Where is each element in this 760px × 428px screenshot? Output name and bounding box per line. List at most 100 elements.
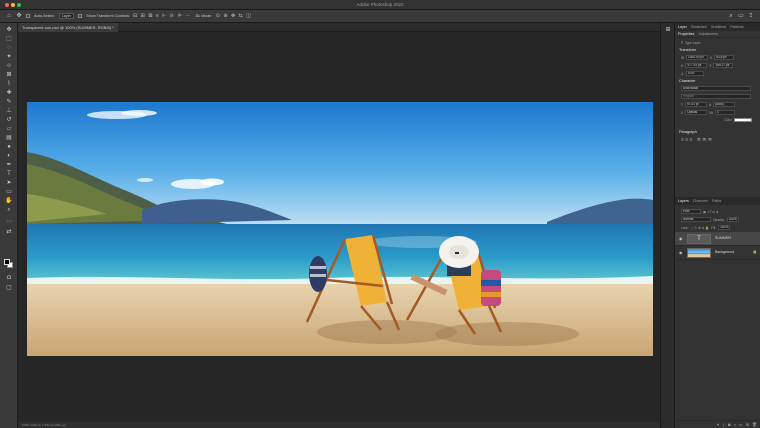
tools-panel: ✥ ⬚ ◌ ✦ ⊹ ⊠ ⌇ ✚ ✎ ⊥ ↺ ▱ ▤ ● ◐ ✒ T ➤ ▭ ✋ … <box>0 23 18 428</box>
opacity-label: Opacity: <box>713 217 725 222</box>
link-layers-icon[interactable]: ⚭ <box>716 422 719 427</box>
brush-tool-icon[interactable]: ✎ <box>5 99 13 106</box>
foreground-color-swatch[interactable] <box>4 259 10 265</box>
auto-select-checkbox[interactable] <box>26 14 30 18</box>
document-tab-label: Transparent-sun.psd @ 100% (SUMMER, RGB/… <box>22 25 114 30</box>
tab-layer[interactable]: Layer <box>678 25 687 29</box>
hand-tool-icon[interactable]: ✋ <box>5 198 13 205</box>
paragraph-section-title[interactable]: Paragraph <box>675 130 760 134</box>
dodge-tool-icon[interactable]: ◐ <box>5 153 13 160</box>
y-field[interactable]: 185.27 px <box>713 63 734 68</box>
blur-tool-icon[interactable]: ● <box>5 144 13 151</box>
auto-select-dropdown[interactable]: Layer <box>58 13 75 19</box>
quick-mask-icon[interactable]: ◘ <box>5 275 13 282</box>
history-panel-icon[interactable]: ⊞ <box>664 27 672 34</box>
lasso-tool-icon[interactable]: ◌ <box>5 45 13 52</box>
x-field[interactable]: 53.8 px <box>714 55 735 60</box>
healing-tool-icon[interactable]: ✚ <box>5 90 13 97</box>
tracking-icon: VA <box>709 110 714 115</box>
home-icon[interactable]: ⌂ <box>6 13 12 19</box>
tab-adjustments[interactable]: Adjustments <box>698 32 718 36</box>
width-field[interactable]: 1920.00 px <box>686 55 709 60</box>
font-family-dropdown[interactable]: Arial Black <box>681 86 751 91</box>
window-title: Adobe Photoshop 2020 <box>356 2 404 7</box>
show-transform-label: Show Transform Controls <box>86 14 130 18</box>
properties-tab-bar: Layer Swatches Gradients Patterns <box>675 23 760 31</box>
new-layer-icon[interactable]: ⊞ <box>746 422 749 427</box>
tab-properties[interactable]: Properties <box>678 32 694 36</box>
blend-mode-dropdown[interactable]: Normal <box>681 217 711 222</box>
adjustment-layer-icon[interactable]: ◑ <box>733 422 735 427</box>
y-label: Y <box>709 63 712 68</box>
kerning-field[interactable]: Optical <box>685 110 708 115</box>
transform-section-title[interactable]: Transform <box>675 48 760 52</box>
type-layer-row: T Type Layer <box>675 41 760 45</box>
document-canvas[interactable] <box>27 102 653 356</box>
type-layer-label: Type Layer <box>684 41 701 45</box>
swap-colors-icon[interactable]: ⇄ <box>5 229 13 236</box>
more-tools-icon[interactable]: ⋯ <box>5 219 13 226</box>
tab-swatches[interactable]: Swatches <box>691 25 707 29</box>
layer-row-background[interactable]: ◉ Background 🔒 <box>675 246 760 260</box>
text-color-swatch[interactable] <box>734 118 752 122</box>
leading-field[interactable]: (Auto) <box>713 102 736 107</box>
pen-tool-icon[interactable]: ✒ <box>5 162 13 169</box>
document-tab[interactable]: Transparent-sun.psd @ 100% (SUMMER, RGB/… <box>18 23 118 32</box>
history-brush-tool-icon[interactable]: ↺ <box>5 117 13 124</box>
layers-tab-bar: Layers Channels Paths <box>675 197 760 205</box>
visibility-eye-icon[interactable]: ◉ <box>679 236 683 241</box>
opacity-field[interactable]: 100% <box>726 217 739 222</box>
3d-mode-buttons[interactable]: ⊙ ⊕ ✥ ⇆ ◫ <box>216 13 252 19</box>
tab-channels[interactable]: Channels <box>693 199 708 203</box>
tab-patterns[interactable]: Patterns <box>730 25 743 29</box>
tab-paths[interactable]: Paths <box>712 199 721 203</box>
tracking-field[interactable]: 0 <box>715 110 736 115</box>
type-layer-icon: T <box>681 41 683 45</box>
x-label: X <box>710 55 713 60</box>
search-icon[interactable]: ⌕ <box>728 13 734 19</box>
eyedropper-tool-icon[interactable]: ⌇ <box>5 81 13 88</box>
move-icon[interactable]: ✥ <box>16 13 22 19</box>
path-selection-tool-icon[interactable]: ➤ <box>5 180 13 187</box>
marquee-tool-icon[interactable]: ⬚ <box>5 36 13 43</box>
lock-label: Lock: <box>681 225 689 230</box>
stamp-tool-icon[interactable]: ⊥ <box>5 108 13 115</box>
show-transform-checkbox[interactable] <box>78 14 83 18</box>
layer-filter-icons[interactable]: ▣ ◑ T ⊡ ◈ <box>703 210 718 214</box>
new-group-icon[interactable]: ▭ <box>739 422 743 427</box>
add-mask-icon[interactable]: ◙ <box>728 422 730 427</box>
eraser-tool-icon[interactable]: ▱ <box>5 126 13 133</box>
layer-filter-dropdown[interactable]: Kind <box>681 209 701 214</box>
font-size-field[interactable]: 97.01 pt <box>684 102 707 107</box>
height-label: H <box>681 63 684 68</box>
crop-tool-icon[interactable]: ⊹ <box>5 63 13 70</box>
angle-field[interactable]: 0.00° <box>685 71 704 76</box>
character-section-title[interactable]: Character <box>675 79 760 83</box>
fill-field[interactable]: 100% <box>718 225 731 230</box>
zoom-tool-icon[interactable]: ⌕ <box>5 207 13 214</box>
lock-icons[interactable]: ⬚ ✎ ✥ ⊡ 🔒 <box>691 226 710 230</box>
fx-icon[interactable]: ƒ <box>723 422 725 427</box>
share-icon[interactable]: ⇪ <box>748 13 754 19</box>
workspace-icon[interactable]: ▭ <box>738 13 744 19</box>
frame-tool-icon[interactable]: ⊠ <box>5 72 13 79</box>
move-tool-icon[interactable]: ✥ <box>5 27 13 34</box>
right-panel: Layer Swatches Gradients Patterns Proper… <box>674 23 760 428</box>
align-buttons[interactable]: ⊟ ⊞ ⊠ ≡ ⊩ ⊪ ⊫ ⋯ <box>133 13 191 19</box>
screen-mode-icon[interactable]: ▢ <box>5 285 13 292</box>
tab-gradients[interactable]: Gradients <box>711 25 727 29</box>
type-tool-icon[interactable]: T <box>5 171 13 178</box>
shape-tool-icon[interactable]: ▭ <box>5 189 13 196</box>
height-field[interactable]: 477.93 px <box>685 63 708 68</box>
font-style-dropdown[interactable]: Regular <box>681 94 751 99</box>
gradient-tool-icon[interactable]: ▤ <box>5 135 13 142</box>
tab-layers[interactable]: Layers <box>678 199 689 203</box>
color-label: Color <box>724 118 732 122</box>
visibility-eye-icon[interactable]: ◉ <box>679 250 683 255</box>
magic-wand-tool-icon[interactable]: ✦ <box>5 54 13 61</box>
paragraph-align-icons[interactable]: ≡ ≡ ≡ ≣ ≣ ≣ <box>681 137 712 143</box>
title-bar: Adobe Photoshop 2020 <box>0 0 760 10</box>
layer-row-summer[interactable]: ◉ T SUMMER <box>675 232 760 246</box>
angle-icon: ∠ <box>681 71 684 76</box>
trash-icon[interactable]: 🗑 <box>752 422 757 427</box>
